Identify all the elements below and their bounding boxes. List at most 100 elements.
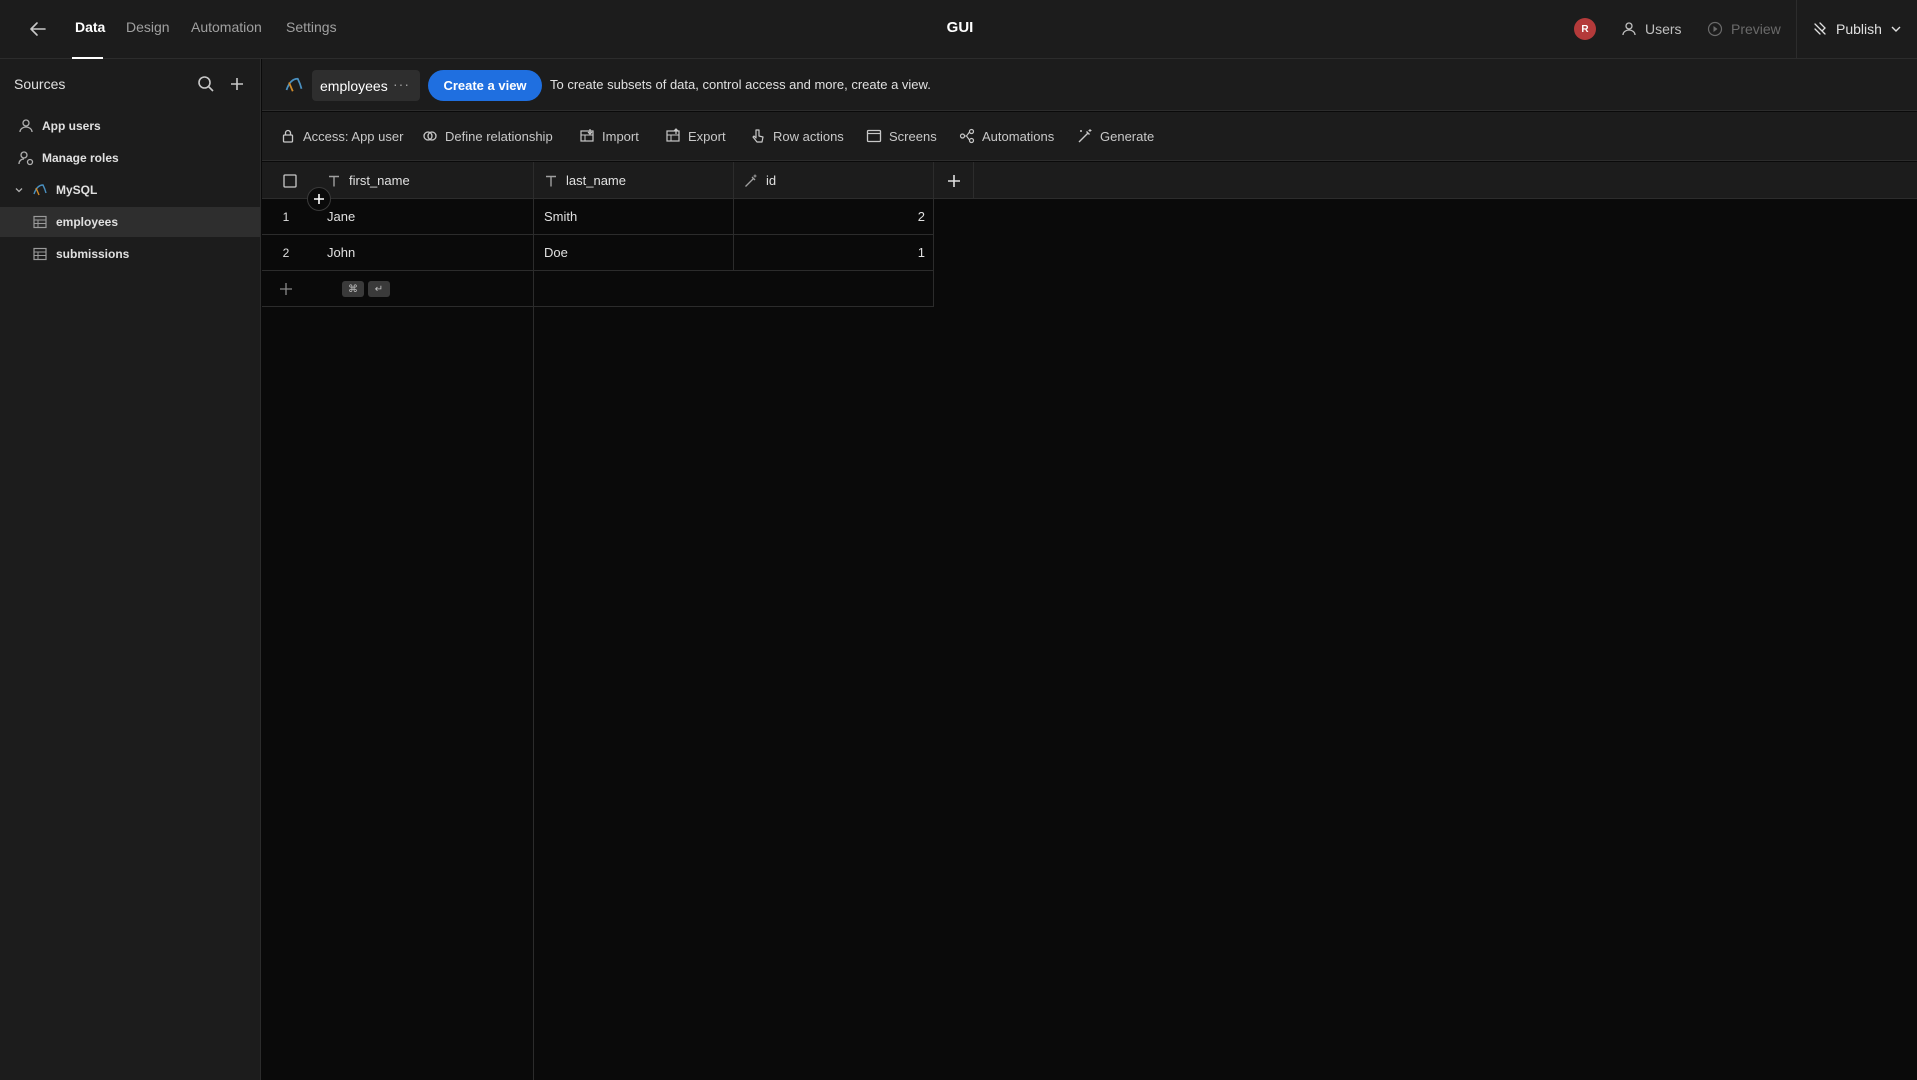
add-row-plus-icon[interactable] [278,281,294,297]
magic-wand-icon [1077,128,1093,144]
automations-label: Automations [982,128,1055,144]
access-label: Access: App user [303,128,404,144]
sidebar-item-app-users[interactable]: App users [0,111,260,141]
cell-last-name[interactable]: Smith [534,199,734,234]
column-divider [533,199,534,1080]
insert-row-plus-icon[interactable] [307,187,331,211]
mysql-icon [32,182,48,198]
sidebar-item-label: employees [56,215,119,229]
add-column-button[interactable] [934,162,974,199]
chevron-down-icon[interactable] [14,185,26,195]
cell-first-name[interactable]: Jane [317,199,534,234]
add-row[interactable]: ⌘ ↵ [262,271,934,307]
auto-id-icon [744,174,758,188]
pointer-icon [750,128,766,144]
tab-automation[interactable]: Automation [191,19,262,35]
users-icon [1621,21,1637,37]
row-number: 1 [282,209,290,224]
column-header-id[interactable]: id [734,162,934,199]
sidebar-item-label: Manage roles [42,151,119,165]
user-icon [18,118,34,134]
search-icon[interactable] [196,74,216,94]
more-icon[interactable]: ··· [393,76,410,92]
access-button[interactable]: Access: App user [280,126,403,146]
sidebar-item-label: submissions [56,247,130,261]
back-arrow-icon[interactable] [26,17,50,41]
table-row[interactable]: 1 Jane Smith 2 [262,199,934,235]
grid-header: first_name last_name id [262,162,1917,199]
chevron-down-icon [1890,23,1902,35]
table-row[interactable]: 2 John Doe 1 [262,235,934,271]
publish-icon [1812,21,1828,37]
automations-button[interactable]: Automations [959,126,1054,146]
import-button[interactable]: Import [579,126,639,146]
publish-button[interactable]: Publish [1812,18,1902,40]
roles-icon [18,150,34,166]
sidebar-item-employees[interactable]: employees [0,207,260,237]
app-title: GUI [946,19,974,36]
column-header-label: first_name [349,173,410,188]
preview-label: Preview [1731,21,1781,37]
sidebar-item-label: MySQL [56,183,98,197]
sidebar-title: Sources [14,76,66,92]
cell-first-name[interactable]: John [317,235,534,270]
column-header-label: id [766,173,777,188]
export-button[interactable]: Export [665,126,726,146]
generate-button[interactable]: Generate [1077,126,1154,146]
divider [1796,0,1797,59]
preview-button[interactable]: Preview [1707,18,1781,40]
table-toolbar: employees ··· Create a view To create su… [262,59,1917,111]
cell-id[interactable]: 2 [734,199,934,234]
define-relationship-button[interactable]: Define relationship [422,126,553,146]
screens-label: Screens [889,128,937,144]
publish-label: Publish [1836,21,1882,37]
tab-design[interactable]: Design [126,19,170,35]
export-label: Export [688,128,726,144]
sidebar: Sources App users Manage roles MySQL emp… [0,59,261,1080]
cell-last-name[interactable]: Doe [534,235,734,270]
actions-toolbar: Access: App user Define relationship Imp… [262,112,1917,161]
tab-data[interactable]: Data [75,19,105,35]
tab-settings[interactable]: Settings [286,19,337,35]
import-icon [579,128,595,144]
cell-id[interactable]: 1 [734,235,934,270]
column-header-last-name[interactable]: last_name [534,162,734,199]
mysql-icon [284,75,304,95]
row-actions-button[interactable]: Row actions [750,126,844,146]
command-key-icon: ⌘ [342,281,364,297]
plus-icon [946,173,962,189]
users-button[interactable]: Users [1621,18,1682,40]
add-source-icon[interactable] [227,74,247,94]
create-view-hint: To create subsets of data, control acces… [550,77,931,92]
screens-button[interactable]: Screens [866,126,937,146]
import-label: Import [602,128,639,144]
text-type-icon [327,174,341,188]
lock-icon [280,128,296,144]
sidebar-item-mysql[interactable]: MySQL [0,175,260,205]
row-actions-label: Row actions [773,128,844,144]
sidebar-item-submissions[interactable]: submissions [0,239,260,269]
users-label: Users [1645,21,1682,37]
main-panel: employees ··· Create a view To create su… [262,59,1917,1080]
relationship-icon [422,128,438,144]
top-bar: Data Design Automation Settings GUI R Us… [0,0,1917,59]
avatar[interactable]: R [1574,18,1596,40]
generate-label: Generate [1100,128,1155,144]
sidebar-item-manage-roles[interactable]: Manage roles [0,143,260,173]
table-tab-label: employees [320,77,388,94]
automation-icon [959,128,975,144]
enter-key-icon: ↵ [368,281,390,297]
export-icon [665,128,681,144]
text-type-icon [544,174,558,188]
play-icon [1707,21,1723,37]
table-icon [32,246,48,262]
row-number: 2 [282,245,290,260]
create-view-button[interactable]: Create a view [428,70,542,101]
column-header-first-name[interactable]: first_name [317,162,534,199]
define-relationship-label: Define relationship [445,128,553,144]
table-tab-employees[interactable]: employees ··· [312,70,420,101]
column-header-label: last_name [566,173,626,188]
table-icon [32,214,48,230]
screen-icon [866,128,882,144]
sidebar-item-label: App users [42,119,101,133]
